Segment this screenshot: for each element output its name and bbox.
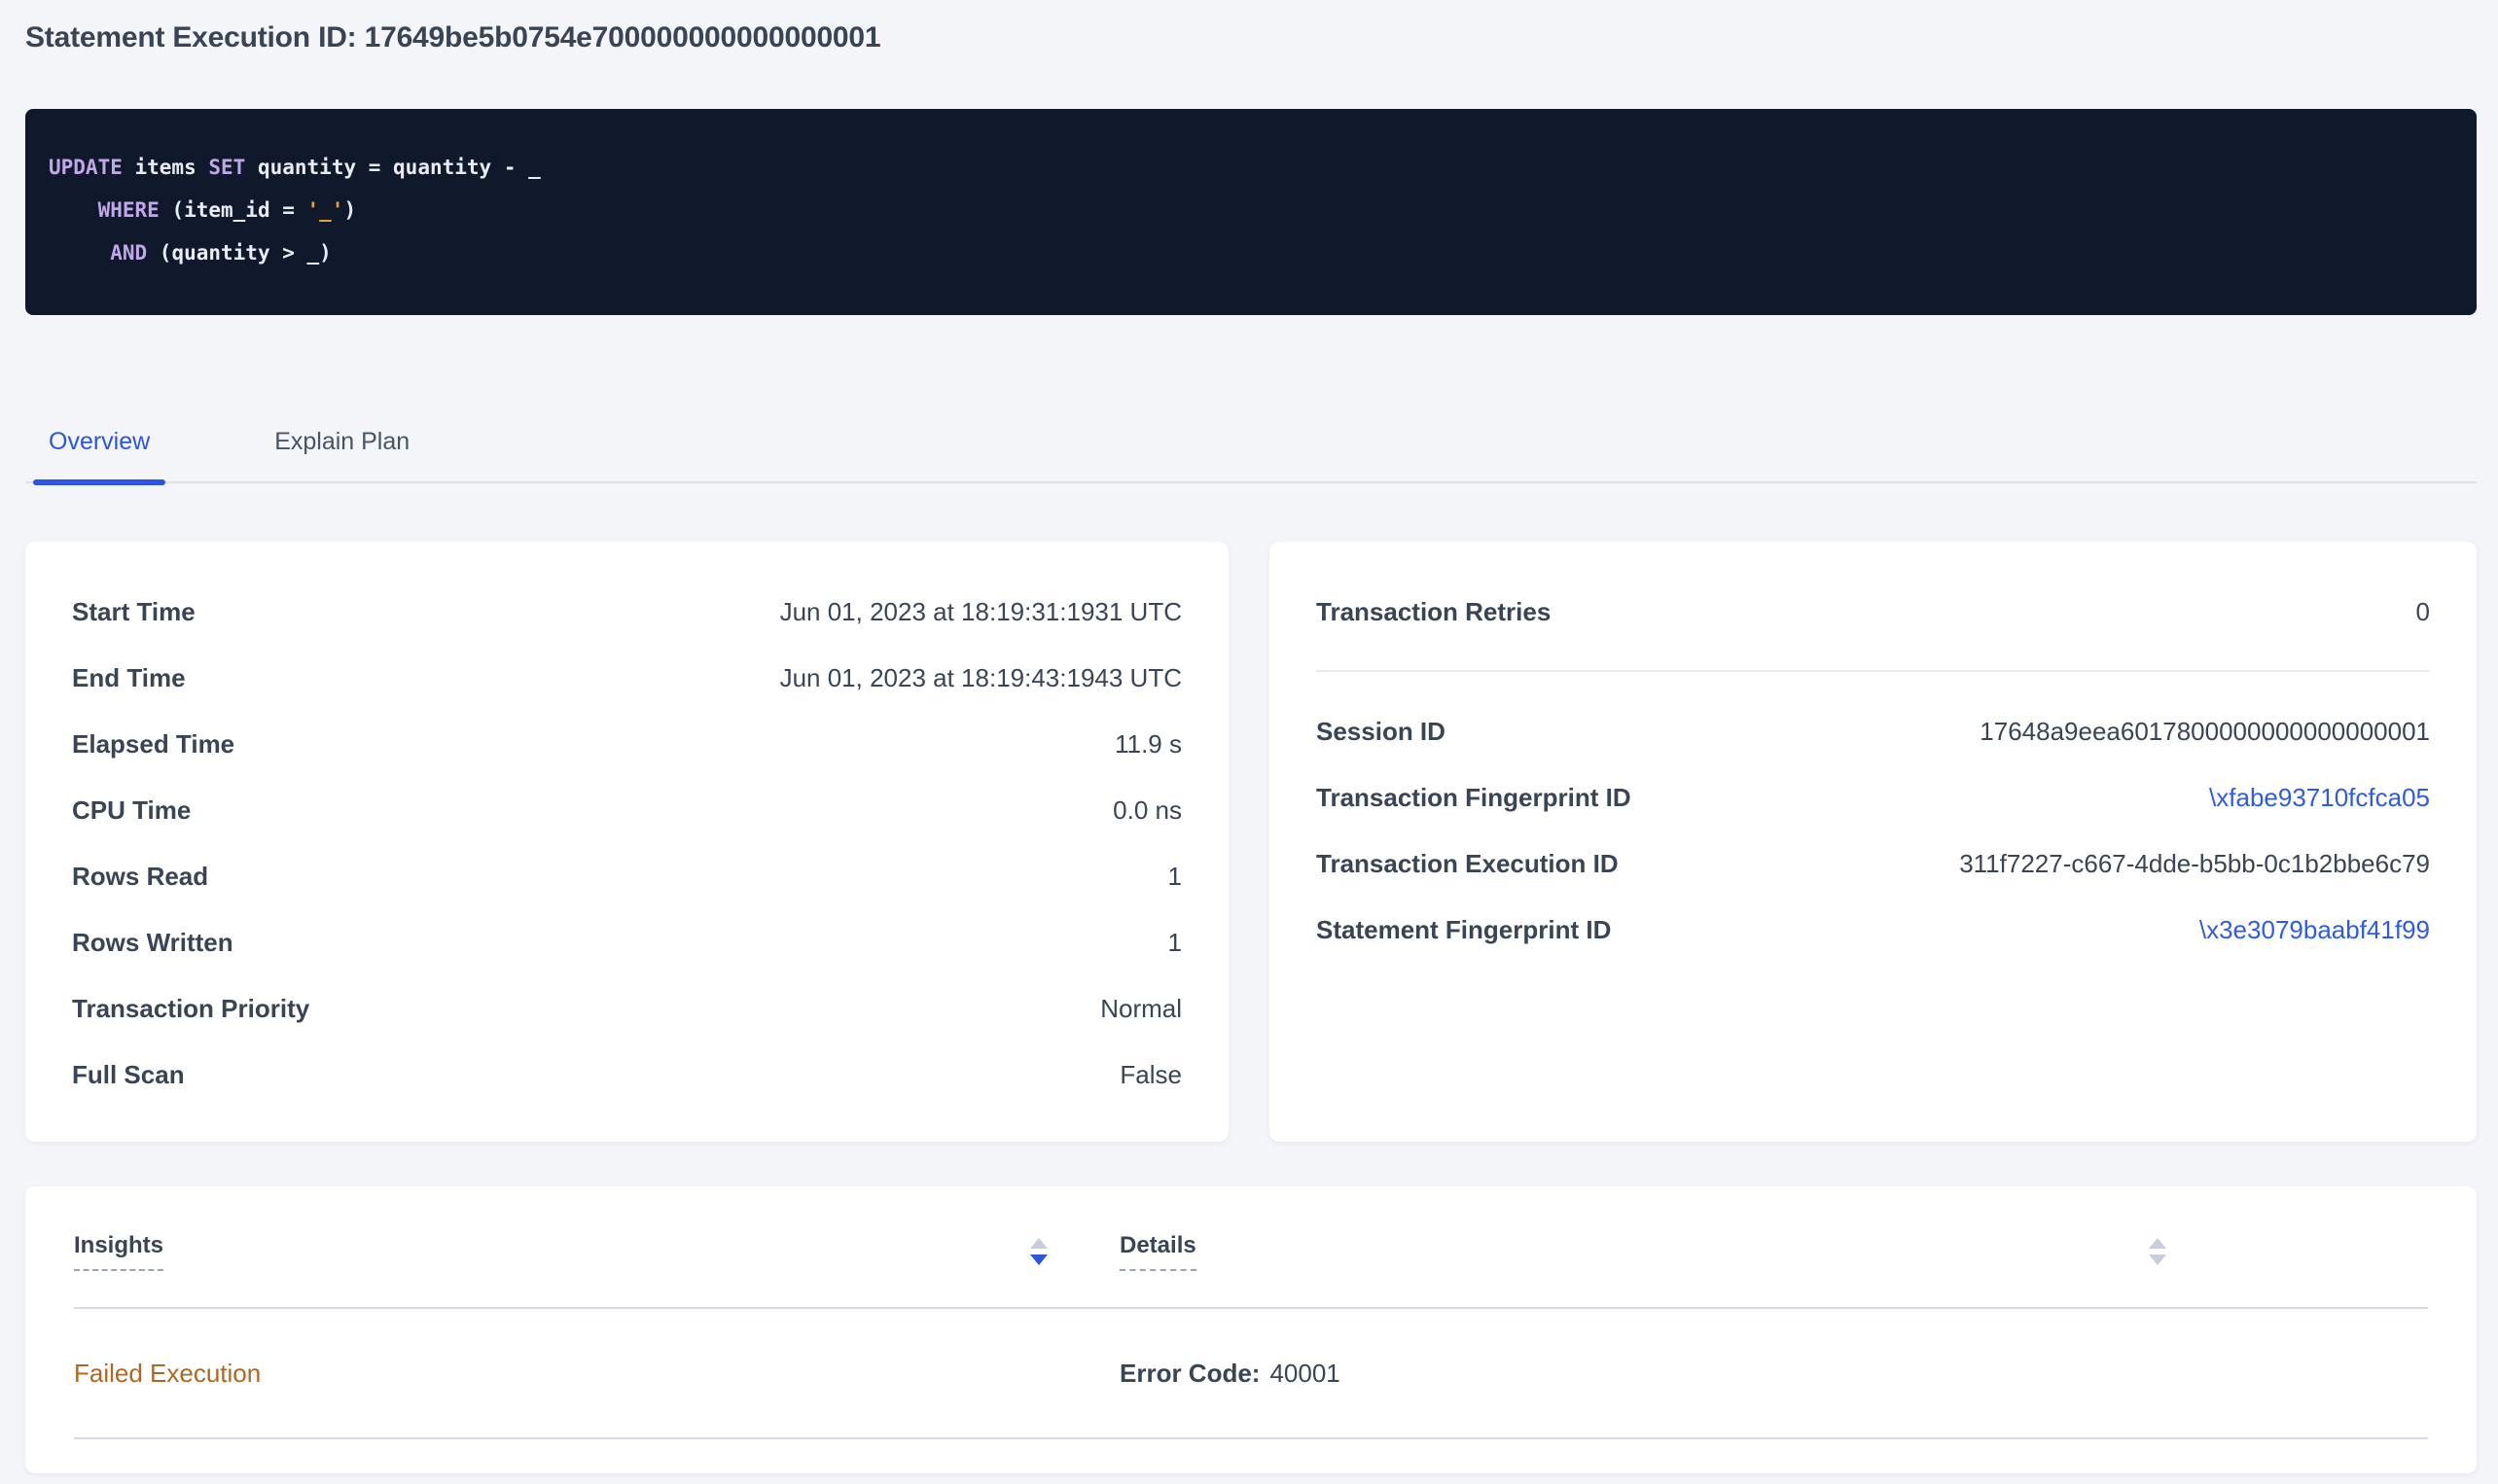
stat-value: Normal [1100, 994, 1182, 1024]
stat-value: 1 [1168, 928, 1182, 958]
statement-fingerprint-link[interactable]: \x3e3079baabf41f99 [2199, 915, 2430, 945]
sql-indent [49, 241, 110, 265]
tab-bar: Overview Explain Plan [25, 428, 2477, 483]
stat-row-transaction-priority: Transaction Priority Normal [72, 975, 1182, 1042]
stat-value: 1 [1168, 862, 1182, 892]
overview-cards: Start Time Jun 01, 2023 at 18:19:31:1931… [25, 542, 2477, 1142]
sql-string-literal: '_' [307, 198, 344, 222]
details-column-label: Details [1120, 1232, 1196, 1271]
stat-label: Start Time [72, 597, 196, 627]
insights-table-header: Insights Details [74, 1186, 2428, 1309]
stat-value: Jun 01, 2023 at 18:19:31:1931 UTC [780, 597, 1182, 627]
tab-explain-plan[interactable]: Explain Plan [259, 428, 425, 481]
execution-stats-card: Start Time Jun 01, 2023 at 18:19:31:1931… [25, 542, 1229, 1142]
sql-text: (item_id = [160, 198, 307, 222]
tab-explain-plan-label: Explain Plan [274, 428, 410, 455]
transaction-fingerprint-link[interactable]: \xfabe93710fcfca05 [2209, 783, 2430, 813]
stat-row-rows-read: Rows Read 1 [72, 843, 1182, 909]
stat-value: 0 [2416, 597, 2430, 627]
sort-asc-triangle-icon [1030, 1238, 1048, 1249]
sql-text: ) [343, 198, 356, 222]
active-tab-underline [33, 479, 165, 485]
sort-icon-details[interactable] [2145, 1234, 2170, 1269]
stat-label: Full Scan [72, 1060, 185, 1090]
sql-keyword: AND [110, 241, 147, 265]
sql-text: (quantity > _) [147, 241, 332, 265]
page-title: Statement Execution ID: 17649be5b0754e70… [25, 21, 2477, 54]
stat-row-full-scan: Full Scan False [72, 1042, 1182, 1108]
tab-overview-label: Overview [49, 428, 150, 455]
stat-row-elapsed-time: Elapsed Time 11.9 s [72, 711, 1182, 777]
transaction-ids-card: Transaction Retries 0 Session ID 17648a9… [1269, 542, 2477, 1142]
insight-table-row: Failed Execution Error Code: 40001 [74, 1309, 2428, 1439]
sql-keyword: UPDATE [49, 156, 123, 179]
sql-line-3: AND (quantity > _) [49, 231, 2453, 274]
stat-label: End Time [72, 663, 186, 693]
error-code-label: Error Code: [1120, 1359, 1260, 1388]
stat-label: Session ID [1316, 717, 1445, 747]
stat-row-transaction-fingerprint-id: Transaction Fingerprint ID \xfabe93710fc… [1316, 764, 2430, 830]
sql-line-1: UPDATE items SET quantity = quantity - _ [49, 146, 2453, 189]
stat-row-end-time: End Time Jun 01, 2023 at 18:19:43:1943 U… [72, 645, 1182, 711]
stat-row-transaction-retries: Transaction Retries 0 [1316, 579, 2430, 645]
stat-value: Jun 01, 2023 at 18:19:43:1943 UTC [780, 663, 1182, 693]
sql-keyword: WHERE [98, 198, 160, 222]
sort-asc-triangle-icon [2149, 1238, 2166, 1249]
sql-text: quantity = quantity - _ [245, 156, 540, 179]
stat-label: Transaction Retries [1316, 597, 1551, 627]
sql-keyword: SET [208, 156, 245, 179]
stat-label: Rows Read [72, 862, 208, 892]
sort-desc-triangle-icon [2149, 1254, 2166, 1265]
stat-row-transaction-execution-id: Transaction Execution ID 311f7227-c667-4… [1316, 830, 2430, 897]
insights-column-label: Insights [74, 1232, 163, 1271]
card-divider [1316, 670, 2430, 672]
stat-row-session-id: Session ID 17648a9eea6017800000000000000… [1316, 698, 2430, 764]
stat-value: 0.0 ns [1113, 795, 1182, 826]
error-code-value: 40001 [1269, 1359, 1339, 1388]
stat-row-cpu-time: CPU Time 0.0 ns [72, 777, 1182, 843]
insight-type-text: Failed Execution [74, 1359, 261, 1389]
sql-indent [49, 198, 98, 222]
detail-text: Error Code: 40001 [1120, 1359, 1340, 1389]
sql-line-2: WHERE (item_id = '_') [49, 189, 2453, 231]
insights-table-card: Insights Details Failed Execution Error … [25, 1186, 2477, 1473]
stat-value: False [1120, 1060, 1182, 1090]
stat-row-statement-fingerprint-id: Statement Fingerprint ID \x3e3079baabf41… [1316, 897, 2430, 963]
sort-icon-insights[interactable] [1026, 1234, 1052, 1269]
stat-label: Statement Fingerprint ID [1316, 915, 1611, 945]
detail-cell: Error Code: 40001 [1120, 1359, 2170, 1389]
stat-value: 11.9 s [1115, 729, 1182, 760]
details-column-header[interactable]: Details [1120, 1232, 2170, 1271]
sql-statement-box: UPDATE items SET quantity = quantity - _… [25, 109, 2477, 315]
stat-label: Transaction Priority [72, 994, 309, 1024]
stat-value: 311f7227-c667-4dde-b5bb-0c1b2bbe6c79 [1959, 849, 2430, 879]
insights-column-header[interactable]: Insights [74, 1232, 1052, 1271]
stat-label: Elapsed Time [72, 729, 234, 760]
stat-row-start-time: Start Time Jun 01, 2023 at 18:19:31:1931… [72, 579, 1182, 645]
insight-cell: Failed Execution [74, 1359, 1052, 1389]
stat-label: Rows Written [72, 928, 233, 958]
stat-value: 17648a9eea6017800000000000000001 [1980, 717, 2430, 747]
tab-overview[interactable]: Overview [33, 428, 165, 481]
stat-label: CPU Time [72, 795, 191, 826]
statement-execution-page: Statement Execution ID: 17649be5b0754e70… [0, 0, 2498, 1473]
stat-label: Transaction Execution ID [1316, 849, 1619, 879]
sort-desc-triangle-icon [1030, 1254, 1048, 1265]
stat-label: Transaction Fingerprint ID [1316, 783, 1631, 813]
stat-row-rows-written: Rows Written 1 [72, 909, 1182, 975]
sql-text: items [123, 156, 209, 179]
